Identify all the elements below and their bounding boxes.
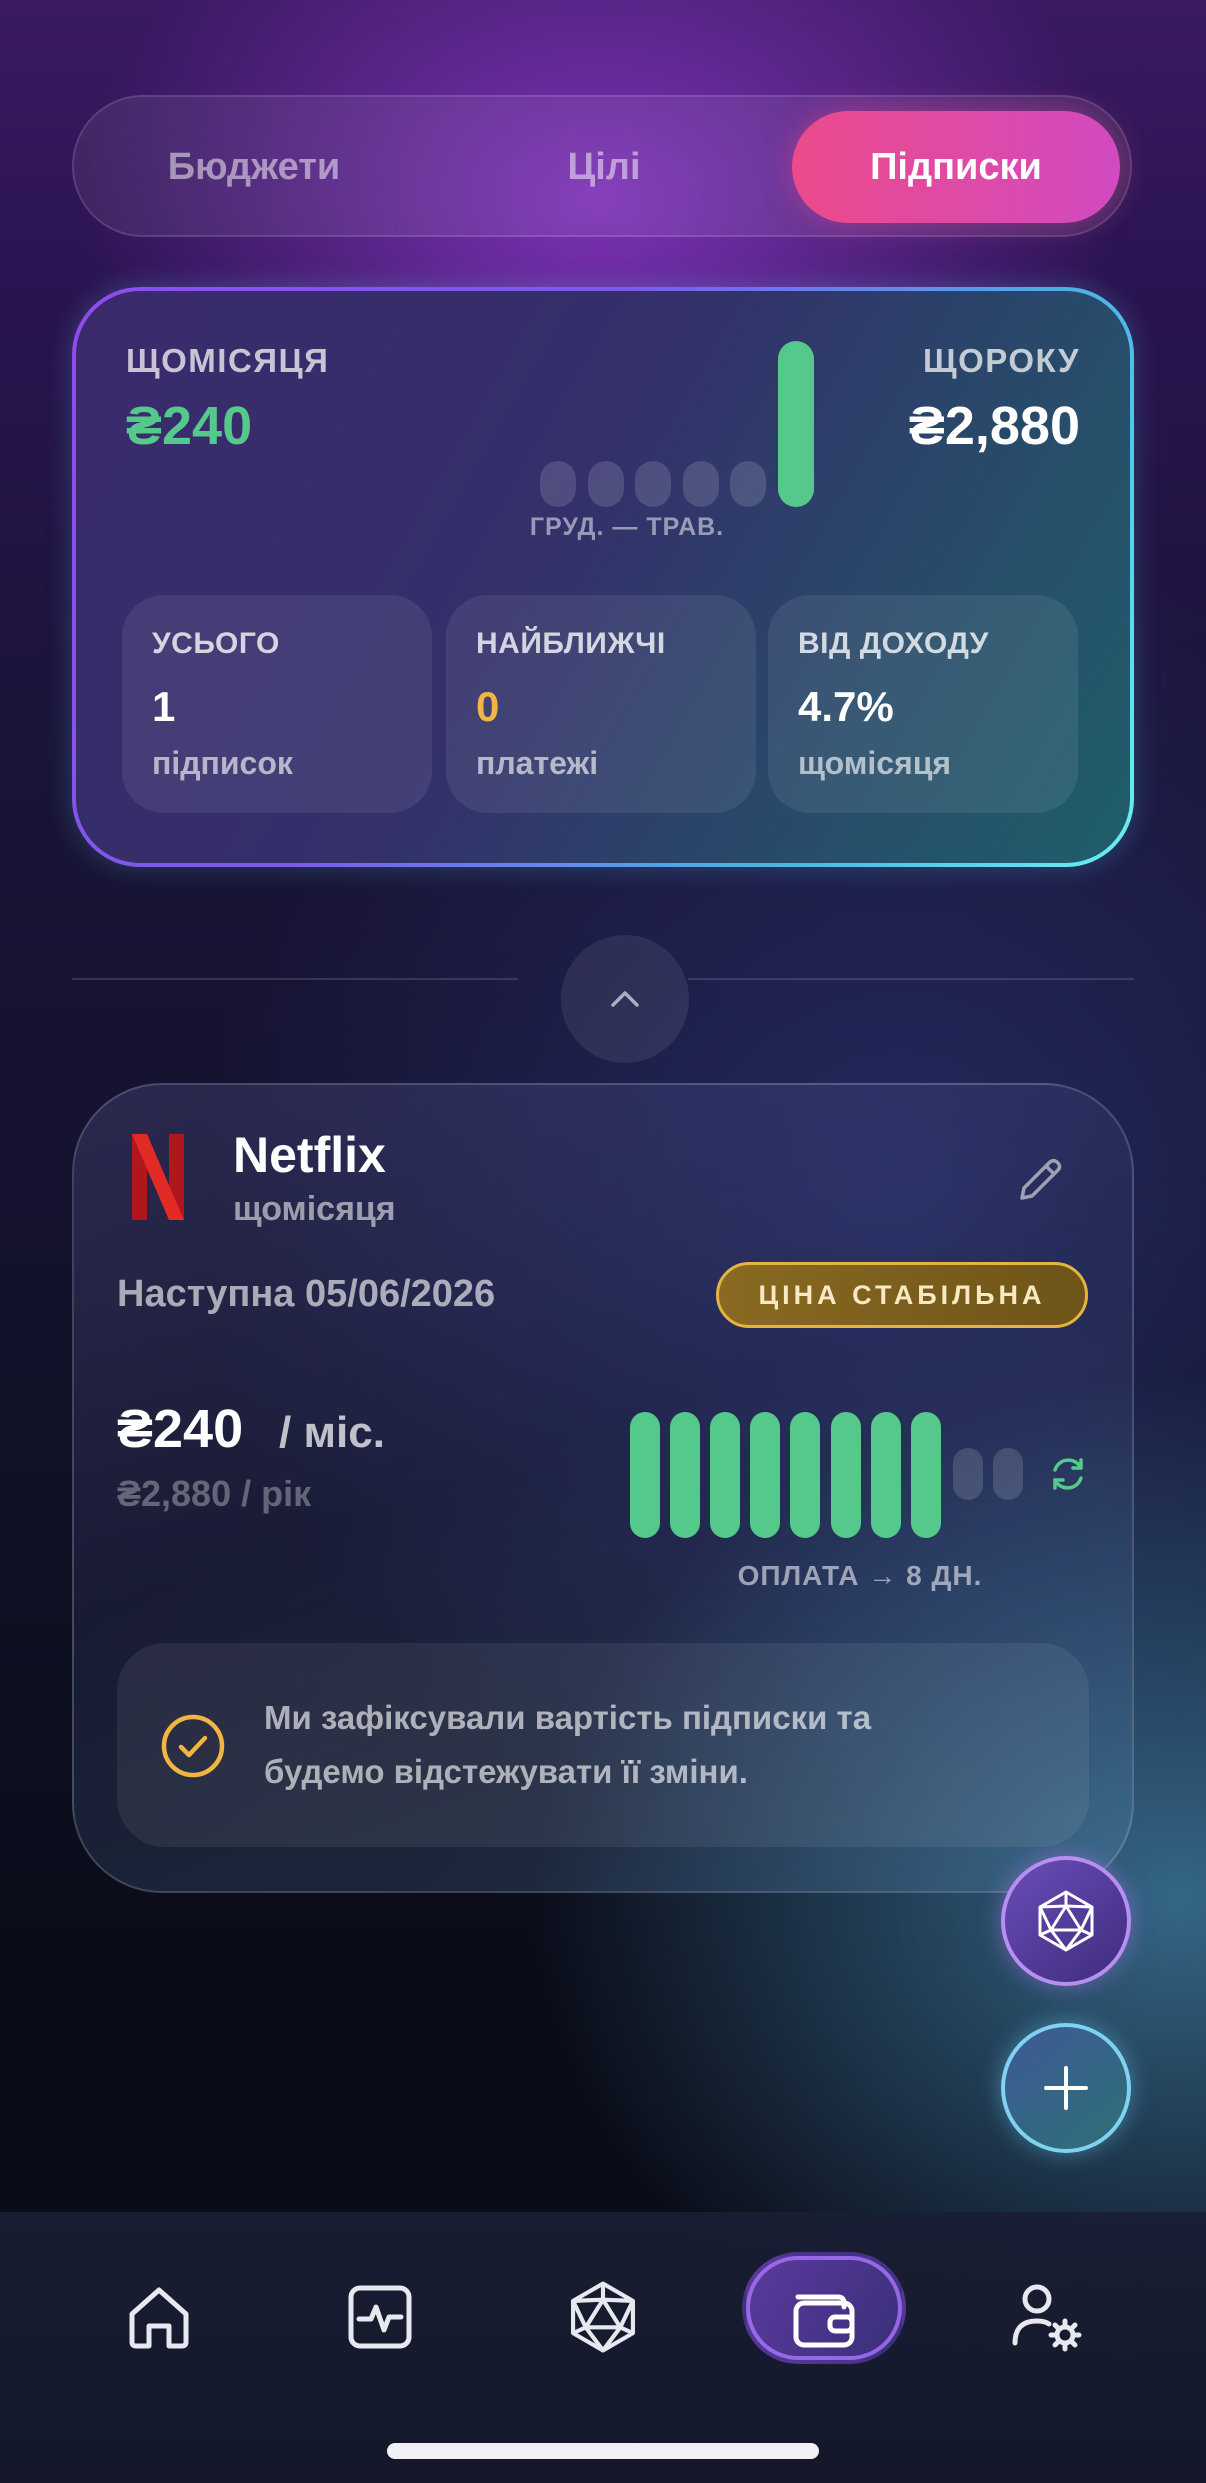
summary-card: ЩОМІСЯЦЯ ₴240 ЩОРОКУ ₴2,880 ГРУД. — ТРАВ… (72, 287, 1134, 867)
cycle-bar-3 (750, 1412, 780, 1538)
chart-bar-5 (777, 341, 814, 507)
stat-income-title: ВІД ДОХОДУ (798, 627, 989, 660)
nav-profile-settings[interactable] (987, 2262, 1107, 2372)
stat-upcoming-title: НАЙБЛИЖЧІ (476, 627, 666, 660)
home-indicator (387, 2443, 819, 2459)
refresh-icon[interactable] (1046, 1452, 1090, 1496)
tab-budgets[interactable]: Бюджети (94, 111, 414, 223)
tab-subscriptions[interactable]: Підписки (792, 111, 1120, 223)
icosahedron-icon (570, 2281, 636, 2353)
pencil-icon (1020, 1158, 1062, 1200)
cycle-bar-6 (871, 1412, 901, 1538)
cycle-bar-4 (790, 1412, 820, 1538)
nav-wallet[interactable] (764, 2262, 884, 2372)
stat-total-title: УСЬОГО (152, 627, 280, 660)
cycle-bar-1 (670, 1412, 700, 1538)
cycle-bar-8 (953, 1448, 983, 1500)
plus-icon (1044, 2066, 1088, 2110)
cycle-bar-5 (831, 1412, 861, 1538)
wallet-icon (793, 2294, 855, 2348)
nav-home[interactable] (99, 2262, 219, 2372)
netflix-logo (130, 1132, 186, 1222)
divider-left (72, 978, 518, 980)
stat-income-sub: щомісяця (798, 745, 952, 781)
cycle-bar-0 (630, 1412, 660, 1538)
next-payment-date: Наступна 05/06/2026 (117, 1273, 496, 1315)
activity-icon (348, 2285, 412, 2349)
nav-activity[interactable] (320, 2262, 440, 2372)
stat-upcoming: НАЙБЛИЖЧІ 0 платежі (446, 595, 756, 813)
yearly-label: ЩОРОКУ (922, 342, 1080, 379)
payment-countdown: ОПЛАТА → 8 ДН. (737, 1560, 983, 1591)
stat-income-share: ВІД ДОХОДУ 4.7% щомісяця (768, 595, 1078, 813)
price-stable-badge: ЦІНА СТАБІЛЬНА (716, 1262, 1088, 1328)
icosahedron-icon (1038, 1890, 1094, 1952)
stat-upcoming-sub: платежі (476, 745, 599, 781)
edit-button[interactable] (1010, 1150, 1070, 1210)
user-settings-icon (1012, 2284, 1082, 2352)
cycle-bar-7 (911, 1412, 941, 1538)
subscription-period: щомісяця (233, 1190, 396, 1228)
price-tracking-notice: Ми зафіксували вартість підписки та буде… (117, 1643, 1089, 1847)
chart-bar-3 (682, 461, 719, 507)
stat-income-value: 4.7% (798, 683, 894, 730)
stat-total-sub: підписок (152, 745, 293, 781)
chevron-up-icon (611, 991, 639, 1007)
chart-bar-4 (730, 461, 766, 507)
yearly-price: ₴2,880 / рік (117, 1473, 312, 1514)
chart-bar-0 (540, 461, 576, 507)
monthly-spend-chart (467, 337, 814, 507)
ai-assistant-button[interactable] (1001, 1856, 1131, 1986)
divider-right (688, 978, 1134, 980)
section-tabs: Бюджети Цілі Підписки (72, 95, 1132, 237)
monthly-label: ЩОМІСЯЦЯ (126, 342, 330, 379)
cycle-bar-9 (993, 1448, 1023, 1500)
chart-bar-2 (635, 461, 671, 507)
collapse-button[interactable] (561, 935, 689, 1063)
subscription-price: ₴240 (117, 1399, 244, 1459)
subscription-name: Netflix (233, 1127, 386, 1183)
home-icon (129, 2287, 189, 2349)
chart-bar-1 (587, 461, 624, 507)
add-subscription-button[interactable] (1001, 2023, 1131, 2153)
check-circle-icon (160, 1713, 226, 1779)
stat-total-value: 1 (152, 683, 176, 730)
price-unit: / міс. (279, 1408, 385, 1457)
chart-range-label: ГРУД. — ТРАВ. (529, 513, 725, 541)
tab-goals[interactable]: Цілі (444, 111, 764, 223)
monthly-value: ₴240 (126, 396, 253, 456)
cycle-bar-2 (710, 1412, 740, 1538)
notice-text: Ми зафіксували вартість підписки та буде… (264, 1699, 872, 1790)
nav-ai[interactable] (543, 2262, 663, 2372)
yearly-value: ₴2,880 (908, 396, 1080, 456)
stat-total: УСЬОГО 1 підписок (122, 595, 432, 813)
stat-upcoming-value: 0 (476, 683, 500, 730)
